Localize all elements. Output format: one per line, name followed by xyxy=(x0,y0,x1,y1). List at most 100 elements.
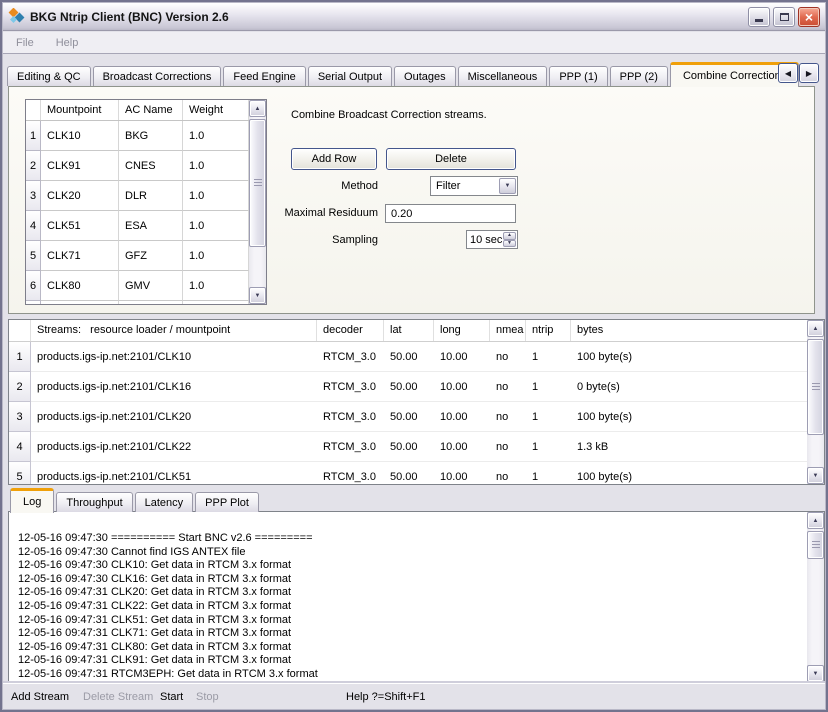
row-number: 1 xyxy=(9,342,31,372)
method-dropdown[interactable]: Filter ▼ xyxy=(430,176,518,196)
ntrip-cell: 1 xyxy=(526,402,571,432)
minimize-icon xyxy=(755,19,763,22)
chevron-right-icon: ▶ xyxy=(806,69,812,78)
log-line: 12-05-16 09:47:30 CLK10: Get data in RTC… xyxy=(18,559,806,573)
scroll-down-icon[interactable]: ▼ xyxy=(807,665,824,682)
scroll-up-icon[interactable]: ▲ xyxy=(807,320,824,337)
menu-item-help[interactable]: Help xyxy=(53,35,82,51)
spin-up-icon[interactable]: ▲ xyxy=(503,232,516,240)
add-stream-button[interactable]: Add Stream xyxy=(11,691,69,703)
close-button[interactable]: × xyxy=(798,7,820,27)
tab-latency[interactable]: Latency xyxy=(135,492,194,512)
resource-cell: products.igs-ip.net:2101/CLK51 xyxy=(31,462,317,484)
resource-cell: products.igs-ip.net:2101/CLK20 xyxy=(31,402,317,432)
log-line: 12-05-16 09:47:31 CLK22: Get data in RTC… xyxy=(18,600,806,614)
table-row[interactable]: 1CLK10BKG1.0 xyxy=(26,121,249,151)
table-row[interactable]: 4CLK51ESA1.0 xyxy=(26,211,249,241)
tab-miscellaneous[interactable]: Miscellaneous xyxy=(458,66,548,86)
delete-stream-button: Delete Stream xyxy=(83,691,153,703)
table-row[interactable]: 3products.igs-ip.net:2101/CLK20RTCM_3.05… xyxy=(9,402,807,432)
streams-table-scrollbar[interactable]: ▲ ▼ xyxy=(807,320,824,484)
resource-cell: products.igs-ip.net:2101/CLK22 xyxy=(31,432,317,462)
tab-scroll-right-button[interactable]: ▶ xyxy=(799,63,819,83)
table-row[interactable]: 2products.igs-ip.net:2101/CLK16RTCM_3.05… xyxy=(9,372,807,402)
maximize-button[interactable] xyxy=(773,7,795,27)
scrollbar-thumb[interactable] xyxy=(807,339,824,435)
mountpoint-cell: CLK20 xyxy=(41,181,119,211)
sampling-label: Sampling xyxy=(248,234,378,246)
scroll-up-icon[interactable]: ▲ xyxy=(249,100,266,117)
row-number: 4 xyxy=(9,432,31,462)
maximal-residuum-input[interactable]: 0.20 xyxy=(385,204,516,223)
bytes-header: bytes xyxy=(571,320,807,341)
mountpoint-table-scrollbar[interactable]: ▲ ▼ xyxy=(249,100,266,304)
minimize-button[interactable] xyxy=(748,7,770,27)
app-window: BKG Ntrip Client (BNC) Version 2.6 × Fil… xyxy=(0,0,828,712)
mountpoint-cell: CLK80 xyxy=(41,271,119,301)
menu-item-file[interactable]: File xyxy=(13,35,37,51)
row-number: 2 xyxy=(26,151,41,181)
nmea-cell: no xyxy=(490,372,526,402)
tab-editing-qc[interactable]: Editing & QC xyxy=(7,66,91,86)
tab-log[interactable]: Log xyxy=(10,488,54,513)
title-bar: BKG Ntrip Client (BNC) Version 2.6 × xyxy=(3,3,825,31)
decoder-header: decoder xyxy=(317,320,384,341)
tab-broadcast-corrections[interactable]: Broadcast Corrections xyxy=(93,66,222,86)
mountpoint-header: Mountpoint xyxy=(41,100,119,120)
ntrip-header: ntrip xyxy=(526,320,571,341)
ntrip-cell: 1 xyxy=(526,372,571,402)
tab-scroll-left-button[interactable]: ◀ xyxy=(778,63,798,83)
tab-ppp-1[interactable]: PPP (1) xyxy=(549,66,607,86)
bytes-cell: 100 byte(s) xyxy=(571,342,807,372)
ac-name-header: AC Name xyxy=(119,100,183,120)
tab-outages[interactable]: Outages xyxy=(394,66,456,86)
tab-scroll-arrows: ◀ ▶ xyxy=(778,63,819,83)
scroll-down-icon[interactable]: ▼ xyxy=(807,467,824,484)
nmea-cell: no xyxy=(490,402,526,432)
log-line: 12-05-16 09:47:30 CLK16: Get data in RTC… xyxy=(18,573,806,587)
scroll-up-icon[interactable]: ▲ xyxy=(807,512,824,529)
scrollbar-thumb[interactable] xyxy=(807,531,824,559)
ac-name-cell: ESA xyxy=(119,211,183,241)
tab-serial-output[interactable]: Serial Output xyxy=(308,66,392,86)
table-row[interactable]: 5products.igs-ip.net:2101/CLK51RTCM_3.05… xyxy=(9,462,807,484)
log-scrollbar[interactable]: ▲ ▼ xyxy=(807,512,824,682)
tab-throughput[interactable]: Throughput xyxy=(56,492,132,512)
log-line: 12-05-16 09:47:31 CLK51: Get data in RTC… xyxy=(18,614,806,628)
chevron-down-icon[interactable]: ▼ xyxy=(499,178,516,194)
delete-button[interactable]: Delete xyxy=(386,148,516,170)
lat-cell: 50.00 xyxy=(384,372,434,402)
row-number xyxy=(26,301,41,304)
combine-corrections-page: Mountpoint AC Name Weight 1CLK10BKG1.02C… xyxy=(8,86,815,314)
nmea-header: nmea xyxy=(490,320,526,341)
table-row[interactable]: 1products.igs-ip.net:2101/CLK10RTCM_3.05… xyxy=(9,342,807,372)
sampling-spinbox[interactable]: 10 sec ▲ ▼ xyxy=(466,230,518,249)
tab-ppp-2[interactable]: PPP (2) xyxy=(610,66,668,86)
spin-down-icon[interactable]: ▼ xyxy=(503,240,516,248)
weight-cell: 1.0 xyxy=(183,151,249,181)
bytes-cell: 1.3 kB xyxy=(571,432,807,462)
table-row[interactable]: 2CLK91CNES1.0 xyxy=(26,151,249,181)
streams-table-body: 1products.igs-ip.net:2101/CLK10RTCM_3.05… xyxy=(9,342,807,484)
table-row[interactable]: 6CLK80GMV1.0 xyxy=(26,271,249,301)
ac-name-cell: GFZ xyxy=(119,241,183,271)
start-button[interactable]: Start xyxy=(160,691,183,703)
nmea-cell: no xyxy=(490,342,526,372)
table-row[interactable]: 5CLK71GFZ1.0 xyxy=(26,241,249,271)
mountpoint-cell: CLK51 xyxy=(41,211,119,241)
streams-table: Streams: resource loader / mountpoint de… xyxy=(8,319,825,485)
stop-button: Stop xyxy=(196,691,219,703)
long-cell: 10.00 xyxy=(434,372,490,402)
log-line: 12-05-16 09:47:31 CLK91: Get data in RTC… xyxy=(18,654,806,668)
tab-ppp-plot[interactable]: PPP Plot xyxy=(195,492,259,512)
sampling-value: 10 sec xyxy=(470,234,502,246)
scroll-down-icon[interactable]: ▼ xyxy=(249,287,266,304)
log-line: 12-05-16 09:47:31 RTCM3EPH: Get data in … xyxy=(18,668,806,680)
status-bar: Add Stream Delete Stream Start Stop Help… xyxy=(3,683,825,709)
tab-feed-engine[interactable]: Feed Engine xyxy=(223,66,305,86)
table-row[interactable]: 4products.igs-ip.net:2101/CLK22RTCM_3.05… xyxy=(9,432,807,462)
add-row-button[interactable]: Add Row xyxy=(291,148,377,170)
mountpoint-table: Mountpoint AC Name Weight 1CLK10BKG1.02C… xyxy=(25,99,267,305)
table-row[interactable]: 3CLK20DLR1.0 xyxy=(26,181,249,211)
weight-header: Weight xyxy=(183,100,249,120)
